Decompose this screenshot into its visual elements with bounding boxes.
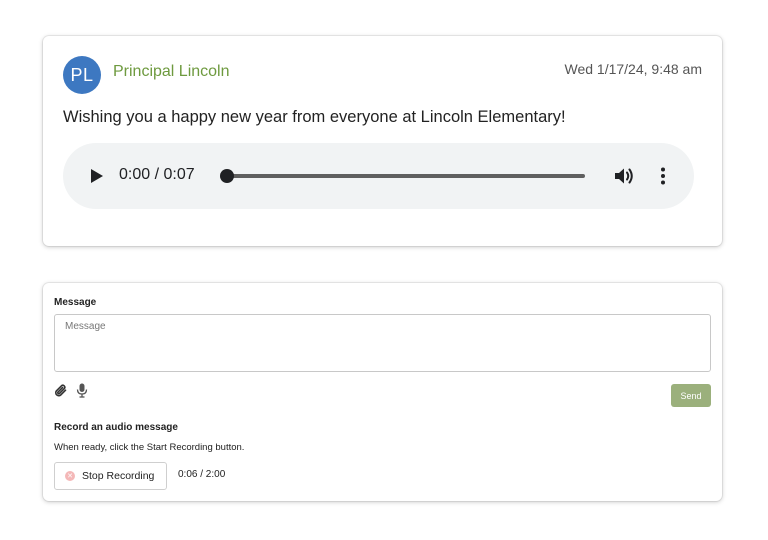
audio-progress-thumb[interactable] xyxy=(220,169,234,183)
message-label: Message xyxy=(54,297,97,308)
record-audio-button[interactable] xyxy=(76,383,88,398)
play-icon xyxy=(91,169,103,183)
volume-icon xyxy=(615,168,633,184)
audio-player: 0:00 / 0:07 xyxy=(63,143,694,209)
stop-recording-button[interactable]: ✕ Stop Recording xyxy=(54,462,167,490)
message-composer: Message Send Record an audio message Whe… xyxy=(43,283,722,501)
stop-recording-label: Stop Recording xyxy=(82,470,155,482)
recording-timer: 0:06 / 2:00 xyxy=(178,469,226,480)
more-options-button[interactable] xyxy=(649,162,677,190)
play-button[interactable] xyxy=(83,162,111,190)
volume-button[interactable] xyxy=(610,162,638,190)
send-button[interactable]: Send xyxy=(671,384,711,407)
record-heading: Record an audio message xyxy=(54,422,178,433)
stop-circle-icon: ✕ xyxy=(65,471,75,481)
post-timestamp: Wed 1/17/24, 9:48 am xyxy=(564,61,703,77)
microphone-icon xyxy=(76,383,88,398)
more-vertical-icon xyxy=(661,167,665,185)
audio-time: 0:00 / 0:07 xyxy=(119,166,195,183)
attach-button[interactable] xyxy=(54,384,68,398)
avatar-initials: PL xyxy=(70,64,94,85)
author-name[interactable]: Principal Lincoln xyxy=(113,63,230,81)
audio-progress-bar[interactable] xyxy=(227,174,585,178)
message-input[interactable] xyxy=(54,314,711,372)
paperclip-icon xyxy=(55,384,67,397)
post-text: Wishing you a happy new year from everyo… xyxy=(63,108,566,126)
record-instructions: When ready, click the Start Recording bu… xyxy=(54,442,245,453)
announcement-card: PL Principal Lincoln Wed 1/17/24, 9:48 a… xyxy=(43,36,722,246)
avatar: PL xyxy=(63,56,101,94)
